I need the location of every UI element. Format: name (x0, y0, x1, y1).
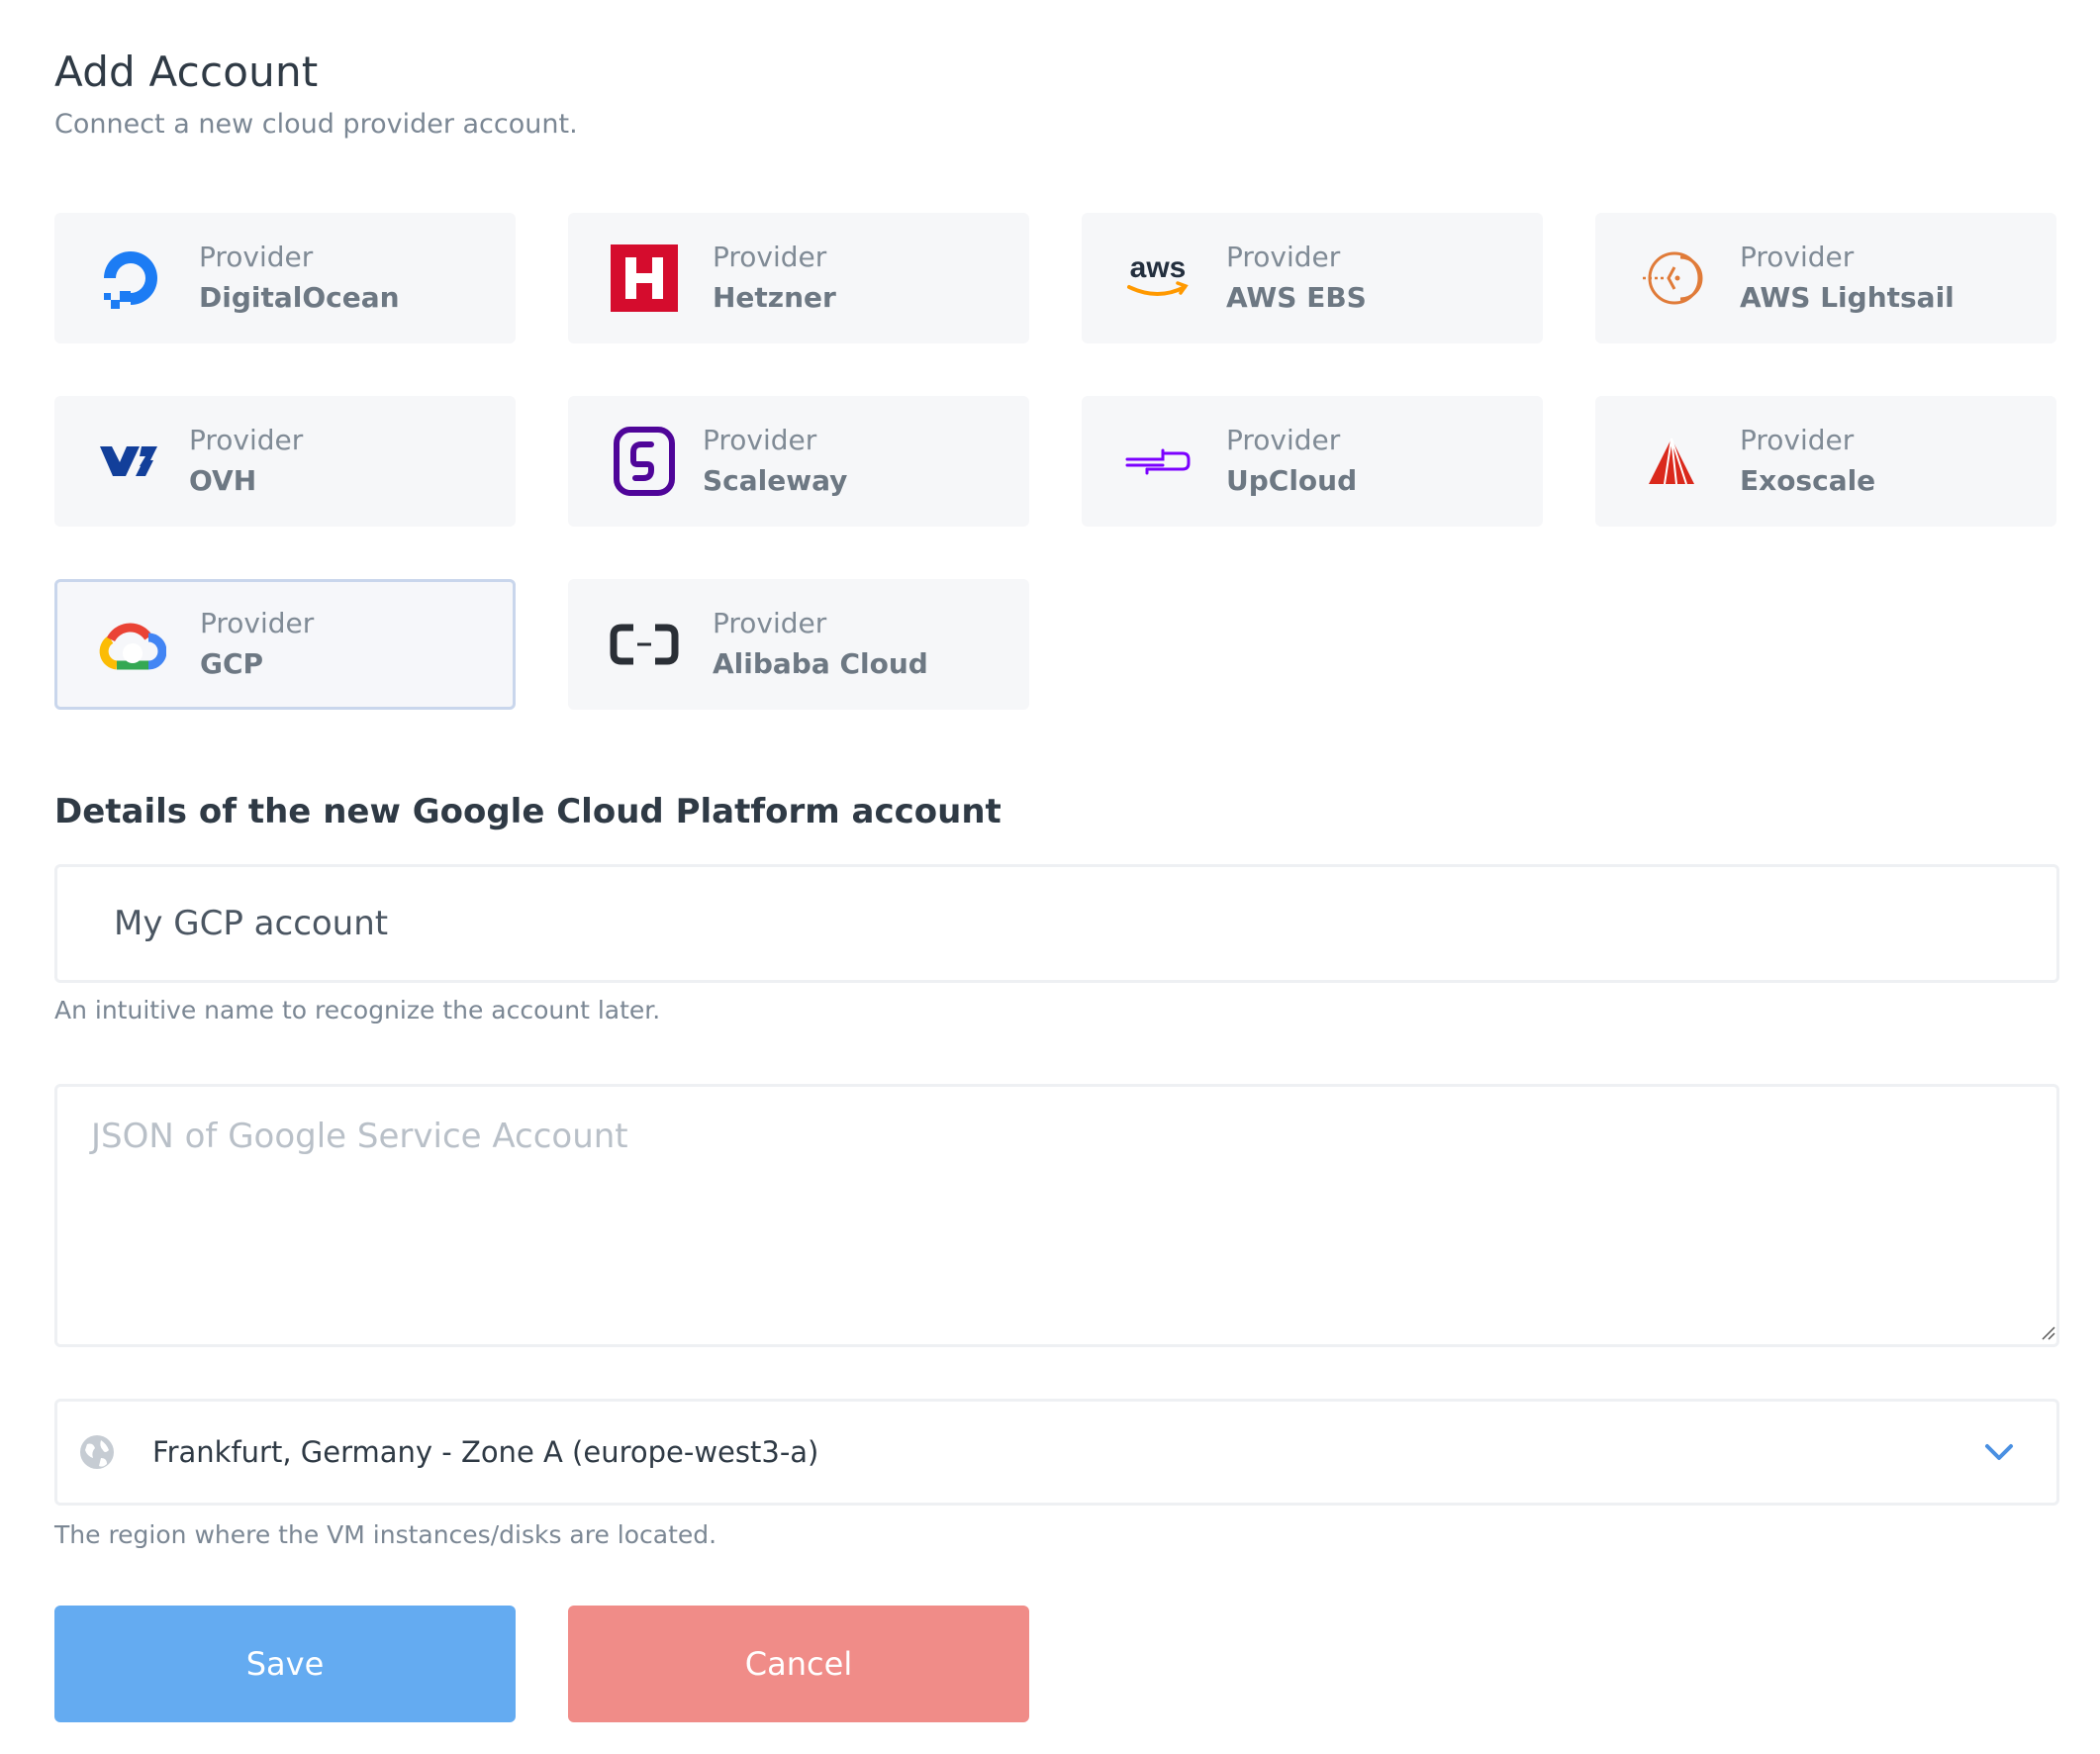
region-select[interactable]: Frankfurt, Germany - Zone A (europe-west… (54, 1399, 2059, 1506)
provider-kicker: Provider (189, 424, 304, 456)
globe-icon (80, 1435, 114, 1469)
alibaba-cloud-icon (610, 610, 679, 679)
svg-text:aws: aws (1130, 251, 1187, 284)
provider-kicker: Provider (703, 424, 817, 456)
save-button[interactable]: Save (54, 1606, 516, 1722)
section-title: Details of the new Google Cloud Platform… (54, 792, 1002, 831)
cancel-button[interactable]: Cancel (568, 1606, 1029, 1722)
chevron-down-icon (1985, 1444, 2013, 1460)
provider-card-scaleway[interactable]: Provider Scaleway (568, 396, 1029, 527)
provider-name: GCP (200, 647, 264, 680)
provider-name: OVH (189, 464, 257, 497)
provider-kicker: Provider (713, 607, 827, 639)
provider-name: Exoscale (1740, 464, 1876, 497)
provider-card-alibaba-cloud[interactable]: Provider Alibaba Cloud (568, 579, 1029, 710)
service-account-json-textarea[interactable] (54, 1084, 2059, 1347)
account-name-hint: An intuitive name to recognize the accou… (54, 996, 661, 1024)
provider-name: AWS EBS (1226, 281, 1367, 314)
ovh-icon (96, 427, 165, 496)
provider-name: Scaleway (703, 464, 848, 497)
resize-handle-icon[interactable] (2040, 1324, 2055, 1340)
provider-card-aws-lightsail[interactable]: Provider AWS Lightsail (1595, 213, 2056, 343)
provider-kicker: Provider (200, 607, 315, 639)
region-hint: The region where the VM instances/disks … (54, 1520, 717, 1549)
provider-card-ovh[interactable]: Provider OVH (54, 396, 516, 527)
provider-card-gcp[interactable]: Provider GCP (54, 579, 516, 710)
provider-name: DigitalOcean (199, 281, 400, 314)
provider-kicker: Provider (1226, 424, 1341, 456)
provider-name: AWS Lightsail (1740, 281, 1955, 314)
page-title: Add Account (54, 48, 319, 96)
gcp-icon (97, 610, 166, 679)
aws-lightsail-icon (1637, 244, 1706, 313)
region-select-value: Frankfurt, Germany - Zone A (europe-west… (152, 1435, 819, 1469)
provider-kicker: Provider (1226, 241, 1341, 273)
scaleway-icon (610, 427, 679, 496)
upcloud-icon (1123, 427, 1193, 496)
provider-name: Alibaba Cloud (713, 647, 928, 680)
aws-icon: aws (1123, 244, 1193, 313)
provider-card-hetzner[interactable]: Provider Hetzner (568, 213, 1029, 343)
provider-grid: Provider DigitalOcean Provider Hetzner a… (54, 213, 2056, 710)
provider-name: UpCloud (1226, 464, 1358, 497)
page-subtitle: Connect a new cloud provider account. (54, 109, 578, 140)
digitalocean-icon (96, 244, 165, 313)
provider-card-upcloud[interactable]: Provider UpCloud (1082, 396, 1543, 527)
provider-card-aws-ebs[interactable]: aws Provider AWS EBS (1082, 213, 1543, 343)
account-name-input[interactable] (54, 864, 2059, 983)
provider-kicker: Provider (713, 241, 827, 273)
hetzner-icon (610, 244, 679, 313)
provider-card-digitalocean[interactable]: Provider DigitalOcean (54, 213, 516, 343)
provider-card-exoscale[interactable]: Provider Exoscale (1595, 396, 2056, 527)
provider-kicker: Provider (1740, 241, 1855, 273)
exoscale-icon (1637, 427, 1706, 496)
provider-kicker: Provider (1740, 424, 1855, 456)
add-account-page: Add Account Connect a new cloud provider… (0, 0, 2100, 1754)
provider-kicker: Provider (199, 241, 314, 273)
provider-name: Hetzner (713, 281, 836, 314)
